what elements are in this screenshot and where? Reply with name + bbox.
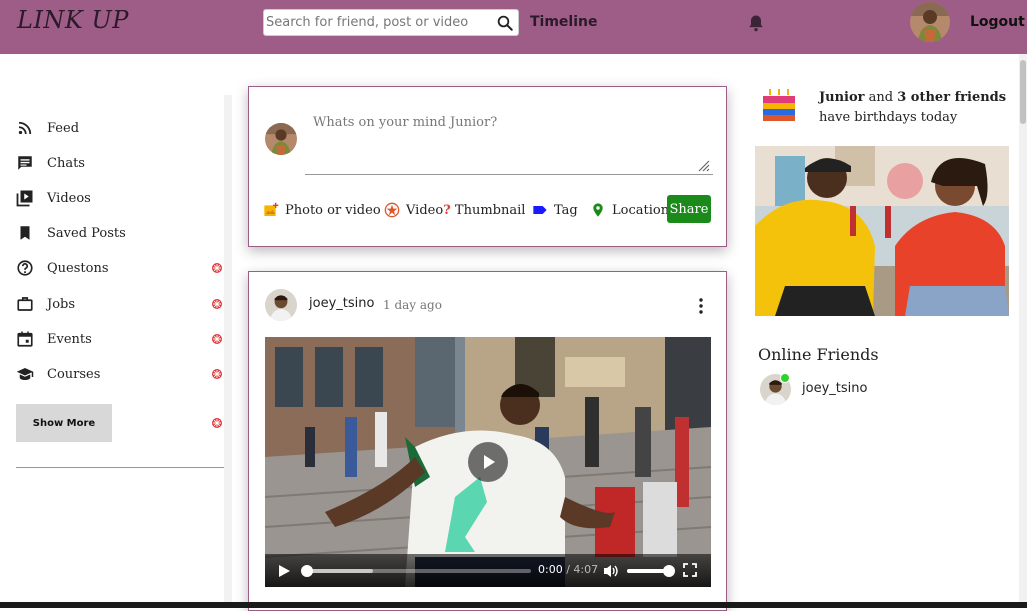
- progress-bar[interactable]: [301, 565, 531, 577]
- scrollbar-thumb[interactable]: [1020, 60, 1026, 124]
- search-box: [263, 9, 519, 36]
- page-scrollbar[interactable]: [1019, 54, 1027, 604]
- sidebar-item-chats[interactable]: Chats: [16, 152, 85, 174]
- image-add-icon: [264, 202, 279, 216]
- play-icon[interactable]: [277, 564, 291, 578]
- play-icon: [484, 455, 495, 469]
- post-username[interactable]: joey_tsino: [309, 296, 374, 311]
- sidebar-item-feed[interactable]: Feed: [16, 117, 79, 139]
- birthday-notice: Junior and 3 other friends have birthday…: [819, 90, 1007, 125]
- photo-video-label: Photo or video: [285, 202, 381, 218]
- brand-logo[interactable]: LINK UP: [17, 6, 129, 34]
- help-circle-icon: [17, 260, 33, 276]
- location-label: Location: [612, 202, 670, 218]
- photo-video-option[interactable]: Photo or video: [263, 201, 381, 219]
- progress-buffered: [305, 569, 373, 573]
- online-friends-title: Online Friends: [758, 345, 879, 364]
- sidebar-item-label: Saved Posts: [47, 225, 126, 241]
- bell-icon[interactable]: [746, 13, 766, 33]
- search-input[interactable]: [264, 10, 494, 35]
- sidebar-divider: [224, 95, 232, 605]
- timeline-link[interactable]: Timeline: [530, 14, 598, 30]
- resize-grip-icon[interactable]: [696, 158, 710, 172]
- post-card: joey_tsino 1 day ago 0:00 / 4:07: [248, 271, 727, 611]
- notification-badge-icon: [212, 418, 222, 428]
- sidebar-hr: [16, 467, 224, 468]
- ad-photo: [755, 146, 1009, 316]
- sidebar-item-questions[interactable]: Questons: [16, 257, 109, 279]
- sidebar-item-courses[interactable]: Courses: [16, 363, 100, 385]
- volume-slider[interactable]: [627, 565, 675, 577]
- notification-badge-icon: [212, 299, 222, 309]
- bookmark-icon: [20, 226, 30, 240]
- video-controls: 0:00 / 4:07: [265, 554, 711, 587]
- briefcase-icon: [17, 297, 33, 311]
- location-option[interactable]: Location: [590, 201, 669, 219]
- video-thumbnail-option[interactable]: Video? Thumbnail: [384, 201, 525, 219]
- post-text-input[interactable]: [305, 111, 713, 175]
- fullscreen-icon[interactable]: [683, 563, 697, 577]
- online-friend-name[interactable]: joey_tsino: [802, 381, 867, 396]
- play-overlay-button[interactable]: [468, 442, 508, 482]
- tag-label: Tag: [554, 202, 578, 218]
- show-more-button[interactable]: Show More: [16, 404, 112, 442]
- sidebar-item-label: Chats: [47, 155, 85, 171]
- sidebar-item-saved-posts[interactable]: Saved Posts: [16, 222, 126, 244]
- notification-badge-icon: [212, 369, 222, 379]
- bottom-edge: [0, 602, 1027, 608]
- logout-link[interactable]: Logout: [970, 14, 1025, 30]
- video-thumbnail-label: Video? Thumbnail: [406, 202, 526, 218]
- volume-handle[interactable]: [663, 565, 675, 577]
- search-icon[interactable]: [496, 14, 514, 32]
- sidebar-item-label: Jobs: [47, 296, 76, 312]
- post-composer: Photo or video Video? Thumbnail Tag Loca…: [248, 86, 727, 247]
- post-timestamp: 1 day ago: [383, 298, 442, 312]
- sidebar-item-videos[interactable]: Videos: [16, 187, 91, 209]
- location-pin-icon: [593, 203, 603, 217]
- progress-handle[interactable]: [301, 565, 313, 577]
- birthday-cake-icon: [763, 89, 795, 121]
- volume-icon[interactable]: [603, 563, 619, 579]
- chat-icon: [18, 156, 32, 170]
- sidebar-item-events[interactable]: Events: [16, 328, 92, 350]
- graduation-cap-icon: [16, 368, 34, 380]
- time-display: 0:00 / 4:07: [538, 563, 599, 576]
- online-status-dot: [780, 373, 790, 383]
- post-author-avatar[interactable]: [265, 289, 297, 321]
- notification-badge-icon: [212, 263, 222, 273]
- more-vert-icon[interactable]: [693, 297, 709, 315]
- composer-avatar: [265, 123, 297, 155]
- tag-option[interactable]: Tag: [532, 201, 578, 219]
- sidebar-item-label: Questons: [47, 260, 109, 276]
- sidebar-item-label: Videos: [47, 190, 91, 206]
- video-thumbnail-icon: [384, 202, 400, 218]
- notification-badge-icon: [212, 334, 222, 344]
- birthday-ad-image: [755, 146, 1009, 316]
- sidebar-item-label: Events: [47, 331, 92, 347]
- video-player[interactable]: 0:00 / 4:07: [265, 337, 711, 587]
- tag-icon: [533, 206, 547, 214]
- top-navbar: LINK UP Timeline Logout: [0, 0, 1027, 54]
- sidebar-item-jobs[interactable]: Jobs: [16, 293, 75, 315]
- user-avatar[interactable]: [910, 2, 950, 42]
- calendar-icon: [17, 331, 33, 347]
- sidebar-item-label: Courses: [47, 366, 101, 382]
- video-library-icon: [16, 190, 33, 207]
- sidebar-item-label: Feed: [47, 120, 80, 136]
- rss-icon: [18, 121, 32, 135]
- share-button[interactable]: Share: [667, 195, 711, 223]
